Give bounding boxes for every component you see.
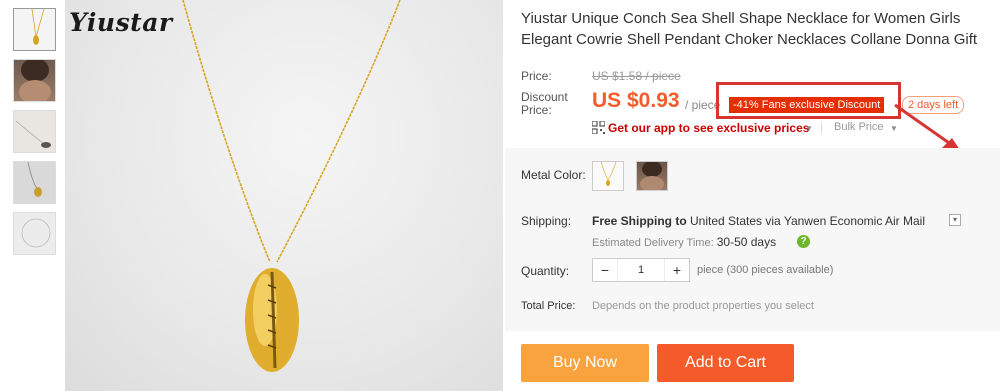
shipping-dropdown-icon[interactable]: ▾ — [949, 214, 961, 226]
main-product-image[interactable]: Yiustar — [65, 0, 503, 391]
total-price-value: Depends on the product properties you se… — [592, 300, 814, 312]
product-title: Yiustar Unique Conch Sea Shell Shape Nec… — [521, 10, 978, 48]
original-price: US $1.58 / piece — [592, 69, 681, 83]
discount-label-line2: Price: — [521, 103, 552, 117]
thumbnail-2[interactable] — [13, 59, 56, 102]
est-delivery-label: Estimated Delivery Time: — [592, 237, 714, 249]
thumbnail-5[interactable] — [13, 212, 56, 255]
bulk-price-link[interactable]: Bulk Price — [834, 121, 884, 133]
thumbnail-3[interactable] — [13, 110, 56, 153]
discount-label-line1: Discount — [521, 90, 568, 104]
chevron-down-icon[interactable]: ▼ — [805, 124, 813, 133]
quantity-input[interactable]: 1 — [617, 259, 665, 281]
metal-color-label: Metal Color: — [521, 168, 586, 182]
shipping-label: Shipping: — [521, 214, 572, 228]
shipping-info: Free Shipping to United States via Yanwe… — [592, 214, 925, 228]
availability-text: piece (300 pieces available) — [697, 264, 834, 276]
help-icon[interactable]: ? — [797, 235, 810, 248]
decrement-button[interactable]: − — [593, 259, 617, 281]
add-to-cart-button[interactable]: Add to Cart — [657, 344, 794, 382]
price-label: Price: — [521, 69, 552, 83]
color-swatch-1[interactable] — [592, 161, 624, 191]
increment-button[interactable]: + — [665, 259, 689, 281]
thumbnail-1[interactable] — [13, 8, 56, 51]
color-swatch-2[interactable] — [636, 161, 668, 192]
shipping-destination: United States via Yanwen Economic Air Ma… — [690, 214, 926, 228]
app-promo-link[interactable]: Get our app to see exclusive prices — [608, 121, 809, 135]
total-price-label: Total Price: — [521, 300, 576, 312]
buy-now-button[interactable]: Buy Now — [521, 344, 649, 382]
quantity-stepper[interactable]: − 1 + — [592, 258, 690, 282]
quantity-label: Quantity: — [521, 264, 570, 278]
free-shipping-text: Free Shipping to — [592, 214, 687, 228]
est-delivery-value: 30-50 days — [716, 235, 777, 249]
current-price: US $0.93 — [592, 89, 680, 112]
discount-price-label: Discount Price: — [521, 91, 568, 117]
necklace-illustration — [182, 0, 401, 372]
estimated-delivery: Estimated Delivery Time: 30-50 days — [592, 235, 776, 249]
brand-logo: Yiustar — [69, 8, 173, 37]
highlight-box — [716, 82, 901, 119]
thumbnail-list — [13, 8, 58, 263]
divider — [821, 122, 822, 134]
thumbnail-4[interactable] — [13, 161, 56, 204]
qr-code-icon — [592, 121, 605, 134]
